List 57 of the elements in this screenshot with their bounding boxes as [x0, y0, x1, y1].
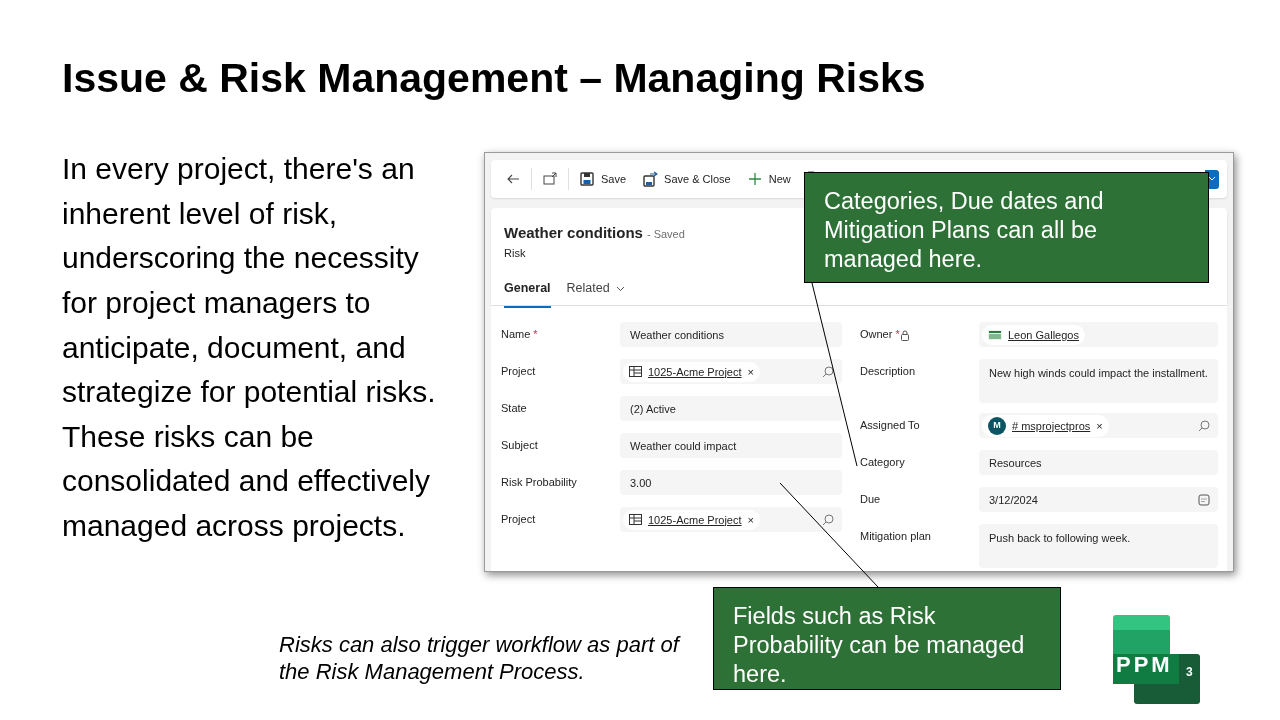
required-marker: *	[895, 328, 900, 341]
ppm-logo: PPM 3	[1110, 612, 1202, 708]
grid-icon	[629, 366, 642, 378]
chevron-down-icon	[615, 285, 625, 292]
save-close-icon	[642, 171, 659, 188]
input-field[interactable]: 3.00	[620, 470, 842, 496]
body-paragraph: In every project, there's an inherent level of risk, underscoring the necessity for project managers to anticipate, document, and strategize for potential risks. These risks can be consolidated and effectively managed across projects.	[62, 151, 437, 545]
plus-icon	[746, 171, 763, 188]
lock-icon	[899, 329, 910, 341]
input-field[interactable]: Resources	[979, 450, 1218, 476]
project-link[interactable]: 1025-Acme Project	[648, 363, 742, 381]
remove-icon[interactable]: ×	[747, 511, 754, 529]
record-title: Weather conditions	[504, 224, 643, 242]
grid-icon	[629, 514, 642, 526]
required-marker: *	[533, 328, 538, 341]
input-field[interactable]: 1025-Acme Project ×	[620, 359, 842, 385]
input-field[interactable]: M # msprojectpros ×	[979, 413, 1218, 439]
input-field[interactable]: Push back to following week.	[979, 524, 1218, 569]
input-field[interactable]: 3/12/2024	[979, 487, 1218, 513]
badge-icon	[988, 329, 1002, 340]
field-label: Project	[501, 365, 536, 378]
field-label: Project	[501, 513, 536, 526]
calendar-icon[interactable]	[1198, 493, 1210, 506]
entity-type: Risk	[504, 245, 526, 261]
field-label: Name	[501, 328, 531, 341]
input-field[interactable]: 1025-Acme Project ×	[620, 507, 842, 533]
remove-icon[interactable]: ×	[1096, 417, 1103, 435]
footnote: Risks can also trigger workflow as part of the Risk Management Process.	[279, 631, 682, 685]
field-label: Subject	[501, 439, 538, 452]
input-field[interactable]: Weather could impact	[620, 433, 842, 459]
input-field[interactable]: (2) Active	[620, 396, 842, 422]
field-label: State	[501, 402, 527, 415]
field-label: Owner	[860, 328, 893, 341]
field-label: Mitigation plan	[860, 530, 931, 543]
field-label: Category	[860, 456, 905, 469]
save-button[interactable]: Save	[573, 167, 633, 192]
slide-title: Issue & Risk Management – Managing Risks	[62, 54, 927, 103]
field-label: Risk Probability	[501, 476, 577, 489]
callout-box: Fields such as Risk Probability can be managed here.	[713, 587, 1061, 690]
input-field[interactable]: New high winds could impact the installment.	[979, 359, 1218, 404]
field-label: Due	[860, 493, 881, 506]
window-icon	[542, 171, 558, 188]
save-close-button[interactable]: Save & Close	[636, 167, 737, 192]
save-status: - Saved	[646, 228, 685, 241]
input-field[interactable]: Weather conditions	[620, 322, 842, 348]
caret-icon	[1208, 176, 1216, 183]
remove-icon[interactable]: ×	[747, 363, 754, 381]
callout-box: Categories, Due dates and Mitigation Plans can all be managed here.	[804, 172, 1209, 283]
new-button[interactable]: New	[740, 167, 797, 192]
search-icon[interactable]	[822, 365, 834, 378]
field-label: Assigned To	[860, 419, 920, 432]
field-label: Description	[860, 365, 916, 378]
owner-link[interactable]: Leon Gallegos	[1008, 326, 1079, 344]
assignee-link[interactable]: # msprojectpros	[1012, 417, 1091, 435]
input-field[interactable]: Leon Gallegos	[979, 322, 1218, 348]
project-link[interactable]: 1025-Acme Project	[648, 511, 742, 529]
avatar: M	[988, 416, 1006, 435]
